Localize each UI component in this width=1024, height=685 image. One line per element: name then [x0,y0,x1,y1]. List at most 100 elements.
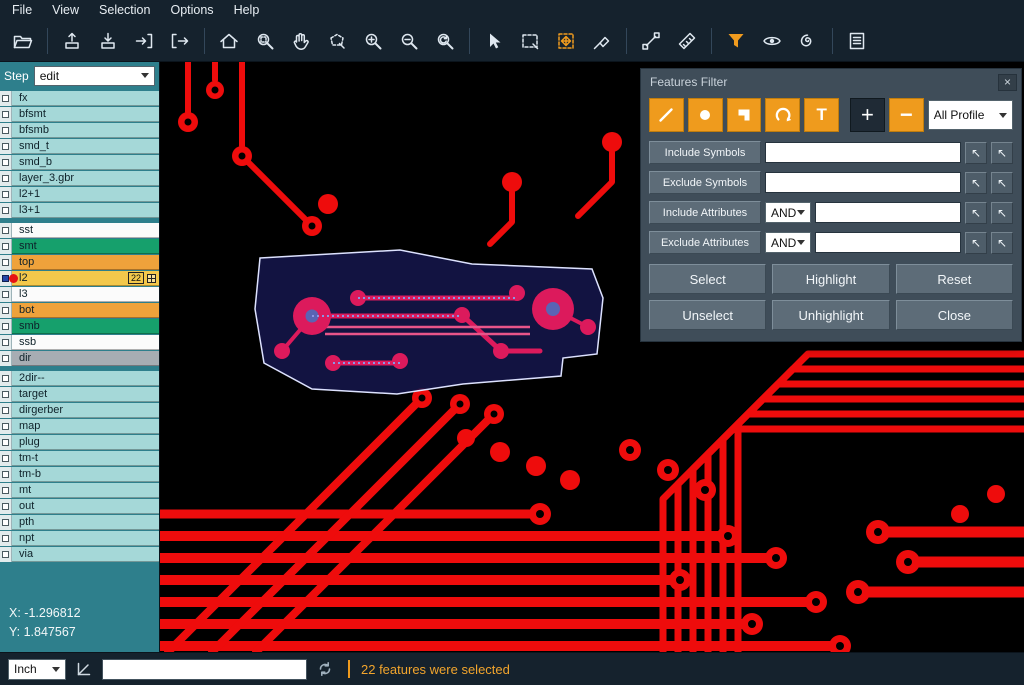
zoom-out-icon[interactable] [392,25,426,57]
layer-row[interactable]: top [0,255,159,270]
layer-checkbox[interactable] [0,451,12,466]
layer-checkbox[interactable] [0,531,12,546]
layer-chip[interactable]: top [12,255,159,270]
pick-from-list-icon[interactable]: ↖ [991,232,1013,254]
layer-checkbox[interactable] [0,499,12,514]
zoom-area-icon[interactable] [248,25,282,57]
layer-row[interactable]: sst [0,223,159,238]
layer-row[interactable]: fx [0,91,159,106]
import-down-icon[interactable] [91,25,125,57]
pick-from-graphics-icon[interactable]: ↖ [965,172,987,194]
layer-chip[interactable]: bfsmb [12,123,159,138]
layer-checkbox[interactable] [0,547,12,562]
menu-options[interactable]: Options [160,2,223,18]
filter-pad-icon[interactable] [688,98,723,132]
layer-chip[interactable]: sst [12,223,159,238]
pick-from-list-icon[interactable]: ↖ [991,202,1013,224]
move-selection-icon[interactable] [549,25,583,57]
rect-select-icon[interactable] [513,25,547,57]
layer-chip[interactable]: smt [12,239,159,254]
unselect-button[interactable]: Unselect [649,300,766,330]
menu-view[interactable]: View [42,2,89,18]
close-button[interactable]: Close [896,300,1013,330]
show-eye-icon[interactable] [755,25,789,57]
ruler-icon[interactable] [670,25,704,57]
layer-row[interactable]: bfsmb [0,123,159,138]
layer-row[interactable]: layer_3.gbr [0,171,159,186]
layer-checkbox[interactable] [0,435,12,450]
layer-chip[interactable]: smb [12,319,159,334]
layer-chip[interactable]: mt [12,483,159,498]
dialog-title-bar[interactable]: Features Filter × [641,69,1021,95]
layer-chip[interactable]: plug [12,435,159,450]
layer-checkbox[interactable] [0,139,12,154]
layer-checkbox[interactable] [0,187,12,202]
step-out-icon[interactable] [163,25,197,57]
filter-text-icon[interactable]: T [804,98,839,132]
layer-chip[interactable]: out [12,499,159,514]
layer-chip[interactable]: l2+1 [12,187,159,202]
pick-from-list-icon[interactable]: ↖ [991,142,1013,164]
layer-checkbox[interactable] [0,319,12,334]
layer-row[interactable]: mt [0,483,159,498]
layer-chip[interactable]: bot [12,303,159,318]
close-icon[interactable]: × [998,74,1017,91]
layer-chip[interactable]: ssb [12,335,159,350]
layer-chip[interactable]: smd_t [12,139,159,154]
layer-chip[interactable]: tm-t [12,451,159,466]
include-symbols-button[interactable]: Include Symbols [649,141,761,164]
layer-row[interactable]: l2+1 [0,187,159,202]
layer-checkbox[interactable] [0,155,12,170]
layer-checkbox[interactable] [0,387,12,402]
include-attributes-operator-select[interactable]: AND [765,202,811,223]
filter-arc-icon[interactable] [765,98,800,132]
layer-chip[interactable]: via [12,547,159,562]
layer-row[interactable]: l3+1 [0,203,159,218]
filter-include-plus-icon[interactable]: + [850,98,885,132]
layer-chip[interactable]: smd_b [12,155,159,170]
layer-checkbox[interactable] [0,287,12,302]
layer-chip[interactable]: 2dir-- [12,371,159,386]
step-select[interactable]: edit [34,66,155,86]
report-list-icon[interactable] [840,25,874,57]
layer-row[interactable]: bot [0,303,159,318]
layer-checkbox[interactable] [0,303,12,318]
profile-select[interactable]: All Profile [928,100,1013,130]
layer-chip[interactable]: target [12,387,159,402]
layer-chip[interactable]: l2 22 [12,271,159,286]
paint-brush-icon[interactable] [585,25,619,57]
command-input[interactable] [102,659,307,680]
layer-checkbox[interactable] [0,419,12,434]
select-arrow-icon[interactable] [477,25,511,57]
layer-row[interactable]: tm-b [0,467,159,482]
layer-row[interactable]: via [0,547,159,562]
layer-checkbox[interactable] [0,123,12,138]
layer-checkbox[interactable] [0,335,12,350]
filter-funnel-icon[interactable] [719,25,753,57]
layer-checkbox[interactable] [0,91,12,106]
select-button[interactable]: Select [649,264,766,294]
layer-row[interactable]: npt [0,531,159,546]
zoom-reset-icon[interactable] [428,25,462,57]
layer-checkbox[interactable] [0,403,12,418]
include-symbols-input[interactable] [765,142,961,163]
layer-checkbox[interactable] [0,467,12,482]
layer-chip[interactable]: npt [12,531,159,546]
layer-row[interactable]: tm-t [0,451,159,466]
layer-checkbox[interactable] [0,203,12,218]
layer-checkbox[interactable] [0,239,12,254]
layer-row[interactable]: l3 [0,287,159,302]
measure-line-icon[interactable] [634,25,668,57]
layer-chip[interactable]: tm-b [12,467,159,482]
angle-icon[interactable] [72,657,96,681]
layer-chip[interactable]: pth [12,515,159,530]
highlight-button[interactable]: Highlight [772,264,889,294]
open-folder-icon[interactable] [6,25,40,57]
layer-checkbox[interactable] [0,351,12,366]
layer-chip[interactable]: layer_3.gbr [12,171,159,186]
pan-hand-icon[interactable] [284,25,318,57]
layer-chip[interactable]: fx [12,91,159,106]
spiral-icon[interactable] [791,25,825,57]
layer-row[interactable]: dir [0,351,159,366]
layer-row[interactable]: 2dir-- [0,371,159,386]
